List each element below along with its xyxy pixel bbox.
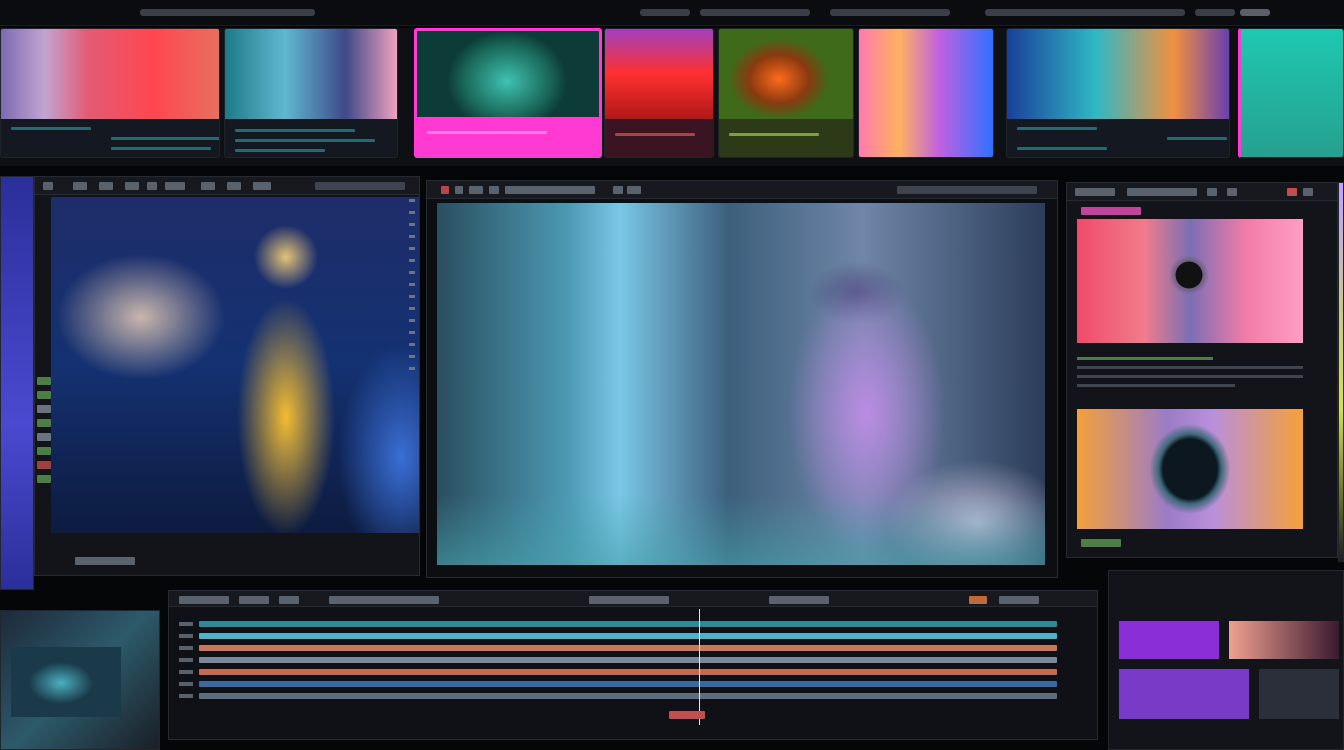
top-bar-segment	[985, 9, 1185, 16]
timeline-track[interactable]	[199, 657, 1057, 663]
toolbar-icon[interactable]	[165, 182, 185, 190]
track-label	[179, 670, 193, 674]
timeline-track[interactable]	[199, 633, 1057, 639]
toolbar-icon[interactable]	[1287, 188, 1297, 196]
top-bar-segment	[1195, 9, 1235, 16]
timeline-panel	[168, 590, 1098, 740]
timeline-track[interactable]	[199, 645, 1057, 651]
tool-button[interactable]	[37, 475, 51, 483]
toolbar-icon[interactable]	[43, 182, 53, 190]
left-side-toolbar	[37, 377, 51, 489]
thumbnail-7[interactable]	[1006, 28, 1230, 158]
toolbar-field[interactable]	[239, 596, 269, 604]
toolbar-icon[interactable]	[73, 182, 87, 190]
right-panel-toolbar	[1067, 183, 1337, 201]
toolbar-icon[interactable]	[455, 186, 463, 194]
toolbar-icon[interactable]	[969, 596, 987, 604]
thumbnail-4[interactable]	[604, 28, 714, 158]
thumbnail-6[interactable]	[858, 28, 994, 158]
timeline-track[interactable]	[199, 669, 1057, 675]
toolbar-field[interactable]	[1075, 188, 1115, 196]
main-viewer-toolbar	[427, 181, 1057, 199]
toolbar-icon[interactable]	[469, 186, 483, 194]
toolbar-icon[interactable]	[627, 186, 641, 194]
tool-button[interactable]	[37, 419, 51, 427]
right-panel-image-bottom[interactable]	[1077, 409, 1303, 529]
toolbar-icon[interactable]	[253, 182, 271, 190]
toolbar-icon[interactable]	[147, 182, 157, 190]
timeline-playhead[interactable]	[699, 609, 700, 725]
toolbar-icon[interactable]	[1227, 188, 1237, 196]
toolbar-icon[interactable]	[489, 186, 499, 194]
right-panel-details	[1077, 351, 1303, 403]
top-bar-segment	[830, 9, 950, 16]
tool-button[interactable]	[37, 461, 51, 469]
toolbar-field[interactable]	[329, 596, 439, 604]
thumbnail-2[interactable]	[224, 28, 398, 158]
thumbnail-1[interactable]	[0, 28, 220, 158]
top-bar-segment	[1240, 9, 1270, 16]
toolbar-icon[interactable]	[1207, 188, 1217, 196]
timeline-track[interactable]	[199, 681, 1057, 687]
thumbnail-3[interactable]	[414, 28, 602, 158]
far-right-panel	[1338, 182, 1344, 562]
tool-button[interactable]	[37, 405, 51, 413]
top-bar-segment	[140, 9, 315, 16]
toolbar-icon[interactable]	[613, 186, 623, 194]
toolbar-icon[interactable]	[201, 182, 215, 190]
toolbar-field[interactable]	[179, 596, 229, 604]
tool-button[interactable]	[37, 377, 51, 385]
right-panel-tab[interactable]	[1081, 207, 1141, 215]
toolbar-icon[interactable]	[279, 596, 299, 604]
tool-button[interactable]	[37, 391, 51, 399]
left-preview-status	[75, 557, 135, 565]
toolbar-field[interactable]	[1127, 188, 1197, 196]
thumbnail-8[interactable]	[1238, 28, 1344, 158]
tool-button[interactable]	[37, 433, 51, 441]
right-panel-status	[1081, 539, 1121, 547]
toolbar-field[interactable]	[769, 596, 829, 604]
toolbar-field[interactable]	[505, 186, 595, 194]
bottom-right-panel	[1108, 570, 1344, 750]
track-label	[179, 682, 193, 686]
toolbar-icon[interactable]	[99, 182, 113, 190]
tool-button[interactable]	[37, 447, 51, 455]
top-bar	[0, 0, 1344, 26]
far-left-panel	[0, 176, 34, 590]
thumbnail-5[interactable]	[718, 28, 854, 158]
toolbar-icon[interactable]	[1303, 188, 1313, 196]
bottom-left-panel	[0, 610, 160, 750]
main-viewer-image[interactable]	[437, 203, 1045, 565]
toolbar-field[interactable]	[315, 182, 405, 190]
timeline-toolbar	[169, 591, 1097, 607]
timeline-marker[interactable]	[669, 711, 705, 719]
left-preview-panel	[34, 176, 420, 576]
top-bar-segment	[700, 9, 810, 16]
track-label	[179, 694, 193, 698]
left-preview-toolbar	[35, 177, 419, 195]
left-preview-ruler	[409, 199, 415, 379]
toolbar-field[interactable]	[999, 596, 1039, 604]
timeline-track[interactable]	[199, 693, 1057, 699]
toolbar-icon[interactable]	[125, 182, 139, 190]
toolbar-icon[interactable]	[441, 186, 449, 194]
track-label	[179, 622, 193, 626]
top-bar-segment	[640, 9, 690, 16]
right-panel-image-top[interactable]	[1077, 219, 1303, 343]
track-label	[179, 646, 193, 650]
right-panel	[1066, 182, 1338, 558]
toolbar-field[interactable]	[897, 186, 1037, 194]
timeline-track[interactable]	[199, 621, 1057, 627]
left-preview-image	[51, 197, 419, 533]
toolbar-icon[interactable]	[227, 182, 241, 190]
toolbar-field[interactable]	[589, 596, 669, 604]
main-viewer-panel	[426, 180, 1058, 578]
thumbnail-strip	[0, 28, 1344, 166]
track-label	[179, 634, 193, 638]
track-label	[179, 658, 193, 662]
